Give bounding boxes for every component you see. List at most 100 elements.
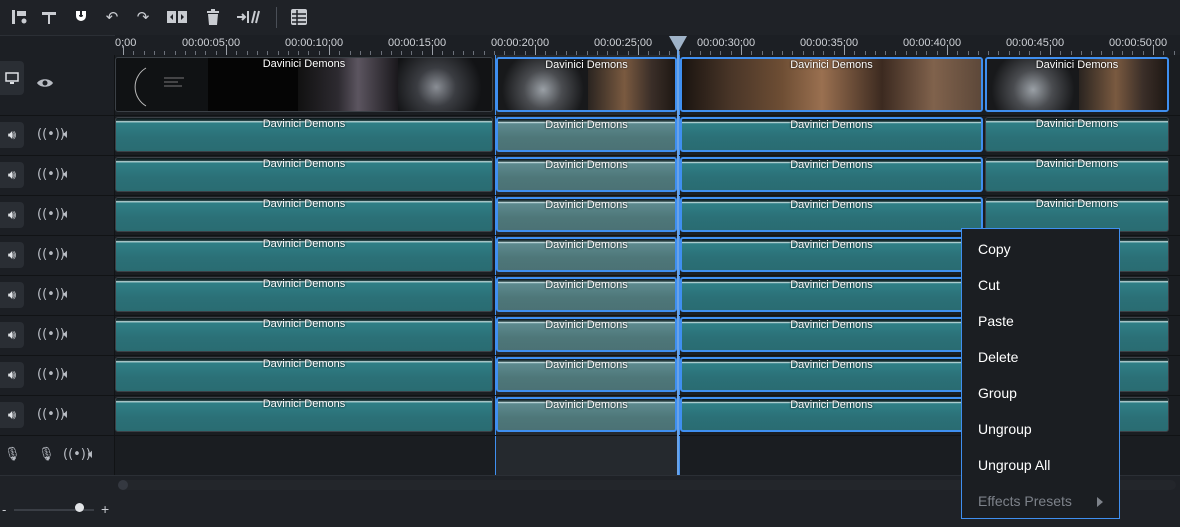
audio-track-header: 🔊︎ ((•)) 🔈︎ bbox=[0, 115, 114, 156]
split-marker-icon[interactable] bbox=[8, 6, 30, 28]
clip-title: Davinici Demons bbox=[545, 319, 628, 331]
audio-clip[interactable]: Davinici Demons bbox=[115, 317, 493, 352]
audio-clip[interactable]: Davinici Demons bbox=[680, 317, 983, 352]
eye-icon[interactable] bbox=[36, 77, 54, 94]
audio-clip[interactable]: Davinici Demons bbox=[496, 317, 677, 352]
menu-item-effects-presets[interactable]: Effects Presets bbox=[978, 493, 1072, 509]
microphone-icon[interactable]: 🎙︎ bbox=[4, 447, 21, 463]
speaker-icon[interactable]: 🔈︎ bbox=[88, 447, 96, 463]
audio-clip[interactable]: Davinici Demons bbox=[496, 397, 677, 432]
video-clip[interactable]: Davinici Demons bbox=[115, 57, 493, 112]
broadcast-icon[interactable]: ((•)) bbox=[37, 407, 65, 423]
audio-clip[interactable]: Davinici Demons bbox=[985, 117, 1169, 152]
zoom-out-button[interactable]: - bbox=[2, 502, 6, 517]
menu-item-ungroup-all[interactable]: Ungroup All bbox=[978, 457, 1050, 473]
audio-clip[interactable]: Davinici Demons bbox=[985, 157, 1169, 192]
speaker-icon[interactable]: 🔈︎ bbox=[63, 167, 71, 183]
menu-item-paste[interactable]: Paste bbox=[978, 313, 1014, 329]
audio-clip[interactable]: Davinici Demons bbox=[115, 197, 493, 232]
ruler-tick-label: 00:00:25;00 bbox=[594, 37, 653, 49]
magnet-icon[interactable] bbox=[70, 6, 92, 28]
ruler-tick bbox=[123, 46, 124, 55]
playhead[interactable] bbox=[677, 50, 679, 475]
speaker-icon[interactable]: 🔊︎ bbox=[0, 362, 24, 388]
speaker-icon[interactable]: 🔈︎ bbox=[63, 287, 71, 303]
menu-item-cut[interactable]: Cut bbox=[978, 277, 1000, 293]
clip-title: Davinici Demons bbox=[790, 399, 873, 411]
clip-title: Davinici Demons bbox=[1035, 118, 1119, 130]
audio-clip[interactable]: Davinici Demons bbox=[115, 397, 493, 432]
audio-clip[interactable]: Davinici Demons bbox=[496, 117, 677, 152]
zoom-in-button[interactable]: + bbox=[101, 501, 109, 517]
zoom-slider-handle[interactable] bbox=[75, 503, 84, 512]
audio-clip[interactable]: Davinici Demons bbox=[115, 237, 493, 272]
menu-item-ungroup[interactable]: Ungroup bbox=[978, 421, 1032, 437]
menu-item-group[interactable]: Group bbox=[978, 385, 1017, 401]
speaker-icon[interactable]: 🔊︎ bbox=[0, 122, 24, 148]
broadcast-icon[interactable]: ((•)) bbox=[37, 247, 65, 263]
ruler-tick-label: 00:00:30;00 bbox=[697, 37, 756, 49]
speaker-icon[interactable]: 🔊︎ bbox=[0, 282, 24, 308]
audio-clip[interactable]: Davinici Demons bbox=[496, 357, 677, 392]
broadcast-icon[interactable]: ((•)) bbox=[37, 327, 65, 343]
audio-clip[interactable]: Davinici Demons bbox=[680, 117, 983, 152]
clip-title: Davinici Demons bbox=[790, 59, 873, 71]
audio-clip[interactable]: Davinici Demons bbox=[680, 357, 983, 392]
ruler-tick bbox=[638, 46, 639, 55]
speaker-icon[interactable]: 🔈︎ bbox=[63, 127, 71, 143]
audio-clip[interactable]: Davinici Demons bbox=[496, 157, 677, 192]
clip-title: Davinici Demons bbox=[262, 358, 346, 370]
redo-icon[interactable]: ↷ bbox=[132, 6, 154, 28]
audio-clip[interactable]: Davinici Demons bbox=[115, 117, 493, 152]
broadcast-icon[interactable]: ((•)) bbox=[37, 367, 65, 383]
broadcast-icon[interactable]: ((•)) bbox=[37, 287, 65, 303]
speaker-icon[interactable]: 🔊︎ bbox=[0, 202, 24, 228]
audio-clip[interactable]: Davinici Demons bbox=[115, 157, 493, 192]
video-clip[interactable]: Davinici Demons bbox=[985, 57, 1169, 112]
menu-item-copy[interactable]: Copy bbox=[978, 241, 1011, 257]
monitor-icon[interactable] bbox=[0, 61, 24, 95]
clip-title: Davinici Demons bbox=[790, 279, 873, 291]
audio-clip[interactable]: Davinici Demons bbox=[680, 397, 983, 432]
video-clip[interactable]: Davinici Demons bbox=[680, 57, 983, 112]
ruler-tick bbox=[844, 46, 845, 55]
speaker-icon[interactable]: 🔈︎ bbox=[63, 207, 71, 223]
audio-track-header: 🔊︎ ((•)) 🔈︎ bbox=[0, 395, 114, 436]
audio-clip[interactable]: Davinici Demons bbox=[115, 277, 493, 312]
clip-title: Davinici Demons bbox=[790, 159, 873, 171]
speaker-icon[interactable]: 🔊︎ bbox=[0, 402, 24, 428]
speaker-icon[interactable]: 🔈︎ bbox=[63, 367, 71, 383]
audio-clip[interactable]: Davinici Demons bbox=[680, 197, 983, 232]
audio-clip[interactable]: Davinici Demons bbox=[680, 157, 983, 192]
clip-title: Davinici Demons bbox=[262, 58, 346, 70]
speaker-icon[interactable]: 🔈︎ bbox=[63, 327, 71, 343]
speaker-icon[interactable]: 🔊︎ bbox=[0, 242, 24, 268]
audio-clip[interactable]: Davinici Demons bbox=[680, 237, 983, 272]
speaker-icon[interactable]: 🔊︎ bbox=[0, 322, 24, 348]
audio-clip[interactable]: Davinici Demons bbox=[115, 357, 493, 392]
time-ruler[interactable]: 0;00 00:00:05;00 00:00:10;00 00:00:15;00… bbox=[115, 35, 1180, 55]
broadcast-icon[interactable]: ((•)) bbox=[37, 127, 65, 143]
table-icon[interactable] bbox=[288, 6, 310, 28]
scrollbar-thumb[interactable] bbox=[118, 480, 128, 490]
audio-clip[interactable]: Davinici Demons bbox=[496, 197, 677, 232]
split-icon[interactable] bbox=[166, 6, 188, 28]
audio-clip[interactable]: Davinici Demons bbox=[680, 277, 983, 312]
speaker-icon[interactable]: 🔈︎ bbox=[63, 247, 71, 263]
video-clip[interactable]: Davinici Demons bbox=[496, 57, 677, 112]
microphone-icon[interactable]: 🎙︎ bbox=[38, 447, 55, 463]
broadcast-icon[interactable]: ((•)) bbox=[63, 447, 91, 463]
undo-icon[interactable]: ↶ bbox=[101, 6, 123, 28]
audio-clip[interactable]: Davinici Demons bbox=[985, 197, 1169, 232]
clip-title: Davinici Demons bbox=[1035, 198, 1119, 210]
trash-icon[interactable] bbox=[202, 6, 224, 28]
trim-icon[interactable] bbox=[38, 6, 60, 28]
broadcast-icon[interactable]: ((•)) bbox=[37, 167, 65, 183]
audio-clip[interactable]: Davinici Demons bbox=[496, 237, 677, 272]
speaker-icon[interactable]: 🔊︎ bbox=[0, 162, 24, 188]
audio-clip[interactable]: Davinici Demons bbox=[496, 277, 677, 312]
menu-item-delete[interactable]: Delete bbox=[978, 349, 1018, 365]
ripple-icon[interactable] bbox=[236, 6, 262, 28]
speaker-icon[interactable]: 🔈︎ bbox=[63, 407, 71, 423]
broadcast-icon[interactable]: ((•)) bbox=[37, 207, 65, 223]
